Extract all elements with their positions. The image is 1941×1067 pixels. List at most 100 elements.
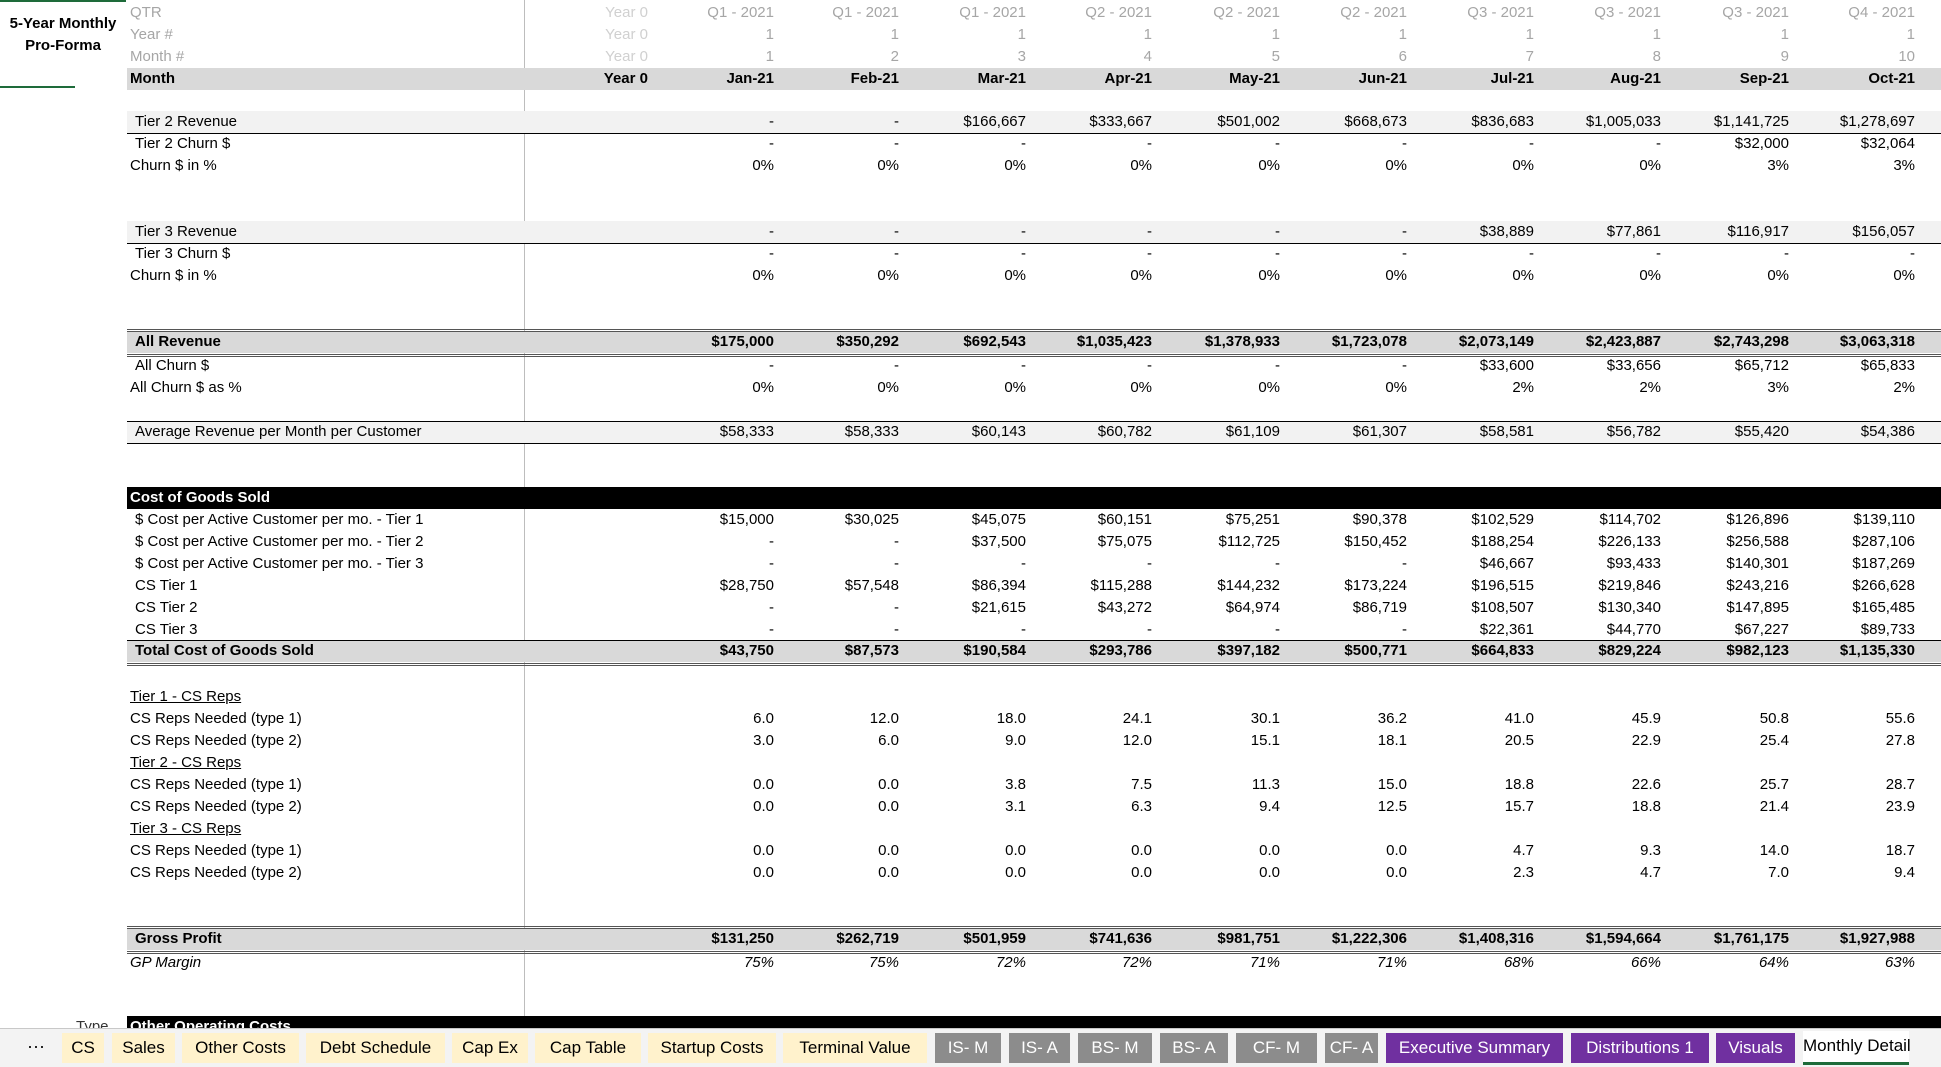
cell[interactable]: $397,182	[1155, 640, 1282, 662]
sheet-tab-is-m[interactable]: IS- M	[935, 1033, 1001, 1063]
cell[interactable]: 75%	[775, 952, 901, 974]
cell[interactable]: 15.1	[1155, 730, 1282, 752]
cell[interactable]: $56,782	[1536, 421, 1663, 443]
cell[interactable]: -	[1536, 243, 1663, 265]
cell[interactable]: $147,895	[1663, 597, 1791, 619]
cell[interactable]: 45.9	[1536, 708, 1663, 730]
cell[interactable]: -	[1155, 619, 1282, 641]
cell[interactable]: 72%	[902, 952, 1028, 974]
cell[interactable]: 63%	[1791, 952, 1917, 974]
cell[interactable]: 18.1	[1282, 730, 1409, 752]
cell[interactable]: 0%	[902, 265, 1028, 287]
cell[interactable]: 0.0	[648, 774, 776, 796]
cell[interactable]: 0%	[1282, 377, 1409, 399]
sheet-tab-monthly-detail[interactable]: Monthly Detail	[1803, 1031, 1911, 1065]
row-label[interactable]: Tier 2 Revenue	[127, 111, 523, 133]
cell[interactable]: 9.4	[1791, 862, 1917, 884]
cell[interactable]: Q3 - 2021	[1536, 2, 1663, 24]
cell[interactable]: -	[648, 597, 776, 619]
cell[interactable]: -	[1410, 243, 1536, 265]
cell[interactable]: 27.8	[1791, 730, 1917, 752]
row-label[interactable]: CS Tier 2	[127, 597, 523, 619]
cell[interactable]: $266,628	[1791, 575, 1917, 597]
cell[interactable]: $165,485	[1791, 597, 1917, 619]
cell[interactable]: -	[648, 243, 776, 265]
cell[interactable]: -	[1029, 619, 1154, 641]
cell[interactable]: 0.0	[1029, 862, 1154, 884]
cell[interactable]: 0.0	[1155, 840, 1282, 862]
cell[interactable]: -	[775, 531, 901, 553]
cell[interactable]: -	[648, 531, 776, 553]
cell[interactable]: 15.0	[1282, 774, 1409, 796]
cell[interactable]: $140,301	[1663, 553, 1791, 575]
cell[interactable]: $64,974	[1155, 597, 1282, 619]
cell[interactable]: 18.8	[1410, 774, 1536, 796]
cell[interactable]: 0.0	[648, 796, 776, 818]
sheet-tab-cap-ex[interactable]: Cap Ex	[452, 1033, 528, 1063]
cell[interactable]: -	[1155, 243, 1282, 265]
cell[interactable]: 0%	[1029, 265, 1154, 287]
cell[interactable]: 20.5	[1410, 730, 1536, 752]
cell[interactable]: 3%	[1663, 377, 1791, 399]
cell[interactable]: $166,667	[902, 111, 1028, 133]
cell[interactable]: 0.0	[1282, 862, 1409, 884]
cell[interactable]: 0.0	[648, 862, 776, 884]
cell[interactable]: -	[1155, 133, 1282, 155]
cell[interactable]: $262,719	[775, 928, 901, 950]
row-label[interactable]: All Churn $	[127, 355, 523, 377]
cell[interactable]: $58,333	[775, 421, 901, 443]
cell[interactable]: 1	[775, 24, 901, 46]
sheet-tab-other-costs[interactable]: Other Costs	[182, 1033, 299, 1063]
cell[interactable]: -	[648, 619, 776, 641]
cell[interactable]: 18.0	[902, 708, 1028, 730]
cell[interactable]: $67,227	[1663, 619, 1791, 641]
cell[interactable]: 21.4	[1663, 796, 1791, 818]
cell[interactable]: 3.8	[902, 774, 1028, 796]
cell[interactable]: $22,361	[1410, 619, 1536, 641]
cell[interactable]: $692,543	[902, 331, 1028, 353]
cell[interactable]: $93,433	[1536, 553, 1663, 575]
row-label[interactable]: GP Margin	[127, 952, 523, 974]
sheet-tab-cf-m[interactable]: CF- M	[1236, 1033, 1317, 1063]
cell[interactable]: 0%	[1282, 265, 1409, 287]
cell[interactable]: 22.9	[1536, 730, 1663, 752]
sheet-tab-bs-m[interactable]: BS- M	[1078, 1033, 1152, 1063]
cell[interactable]: 25.4	[1663, 730, 1791, 752]
cell[interactable]: 30.1	[1155, 708, 1282, 730]
cell[interactable]: 6.3	[1029, 796, 1154, 818]
cell[interactable]: 71%	[1155, 952, 1282, 974]
cell[interactable]: 68%	[1410, 952, 1536, 974]
row-label[interactable]: CS Reps Needed (type 1)	[127, 774, 523, 796]
sheet-tab-cap-table[interactable]: Cap Table	[535, 1033, 641, 1063]
cell[interactable]: 8	[1536, 46, 1663, 68]
cell[interactable]: $187,269	[1791, 553, 1917, 575]
cell[interactable]: 50.8	[1663, 708, 1791, 730]
row-label[interactable]: All Revenue	[127, 331, 523, 353]
cell[interactable]: $173,224	[1282, 575, 1409, 597]
cell[interactable]: $1,278,697	[1791, 111, 1917, 133]
cell[interactable]: 1	[1663, 24, 1791, 46]
cell[interactable]: 7.5	[1029, 774, 1154, 796]
sheet-tab-cf-a[interactable]: CF- A	[1325, 1033, 1378, 1063]
cell[interactable]: $131,250	[648, 928, 776, 950]
cell[interactable]: -	[902, 133, 1028, 155]
sheet-tab-visuals[interactable]: Visuals	[1716, 1033, 1795, 1063]
cell[interactable]: 1	[1536, 24, 1663, 46]
sheet-tab-terminal-value[interactable]: Terminal Value	[783, 1033, 927, 1063]
cell[interactable]: -	[1282, 553, 1409, 575]
cell[interactable]: $256,588	[1663, 531, 1791, 553]
cell[interactable]: $333,667	[1029, 111, 1154, 133]
sheet-tab-cs[interactable]: CS	[62, 1033, 104, 1063]
cell[interactable]: 3	[902, 46, 1028, 68]
cell[interactable]: $60,143	[902, 421, 1028, 443]
cell[interactable]: 0%	[1410, 265, 1536, 287]
cell[interactable]: -	[648, 111, 776, 133]
cell[interactable]: $61,109	[1155, 421, 1282, 443]
row-label[interactable]: Average Revenue per Month per Customer	[127, 421, 523, 443]
cell[interactable]: $981,751	[1155, 928, 1282, 950]
cell[interactable]: $836,683	[1410, 111, 1536, 133]
cell[interactable]: $982,123	[1663, 640, 1791, 662]
cell[interactable]: 2%	[1536, 377, 1663, 399]
sheet-tab-distributions-1[interactable]: Distributions 1	[1571, 1033, 1709, 1063]
cell[interactable]: 0.0	[775, 796, 901, 818]
